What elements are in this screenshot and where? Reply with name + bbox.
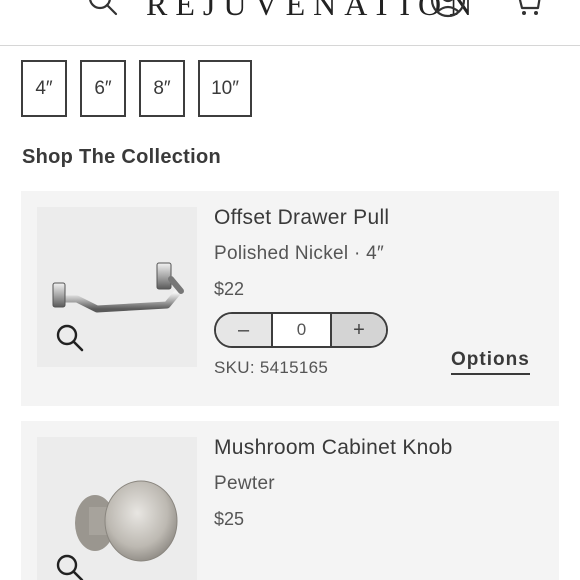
product-image[interactable]: [37, 437, 197, 580]
product-card: Offset Drawer Pull Polished Nickel · 4″ …: [21, 191, 559, 406]
zoom-icon[interactable]: [55, 553, 85, 580]
site-header: REJUVENATION: [0, 0, 580, 46]
quantity-input[interactable]: 0: [273, 314, 330, 346]
hamburger-menu-icon[interactable]: [26, 0, 54, 4]
size-option-4[interactable]: 4″: [21, 60, 67, 117]
product-sku: SKU: 5415165: [214, 358, 329, 377]
section-title: Shop The Collection: [22, 146, 222, 168]
product-name[interactable]: Mushroom Cabinet Knob: [214, 436, 453, 460]
options-link[interactable]: Options: [451, 349, 530, 375]
size-selector: 4″ 6″ 8″ 10″: [21, 60, 252, 117]
zoom-icon[interactable]: [55, 323, 85, 353]
decrease-quantity-button[interactable]: –: [216, 314, 273, 346]
account-icon[interactable]: [430, 0, 466, 18]
size-option-8[interactable]: 8″: [139, 60, 185, 117]
product-price: $22: [214, 279, 245, 299]
size-option-6[interactable]: 6″: [80, 60, 126, 117]
product-name[interactable]: Offset Drawer Pull: [214, 206, 389, 230]
cart-icon[interactable]: [510, 0, 542, 16]
increase-quantity-button[interactable]: +: [330, 314, 386, 346]
product-price: $25: [214, 509, 245, 529]
product-variant: Pewter: [214, 473, 275, 494]
search-icon[interactable]: [88, 0, 118, 16]
product-image[interactable]: [37, 207, 197, 367]
size-option-10[interactable]: 10″: [198, 60, 252, 117]
product-variant: Polished Nickel · 4″: [214, 243, 385, 264]
quantity-stepper: – 0 +: [214, 312, 388, 348]
product-card: Mushroom Cabinet Knob Pewter $25: [21, 421, 559, 580]
